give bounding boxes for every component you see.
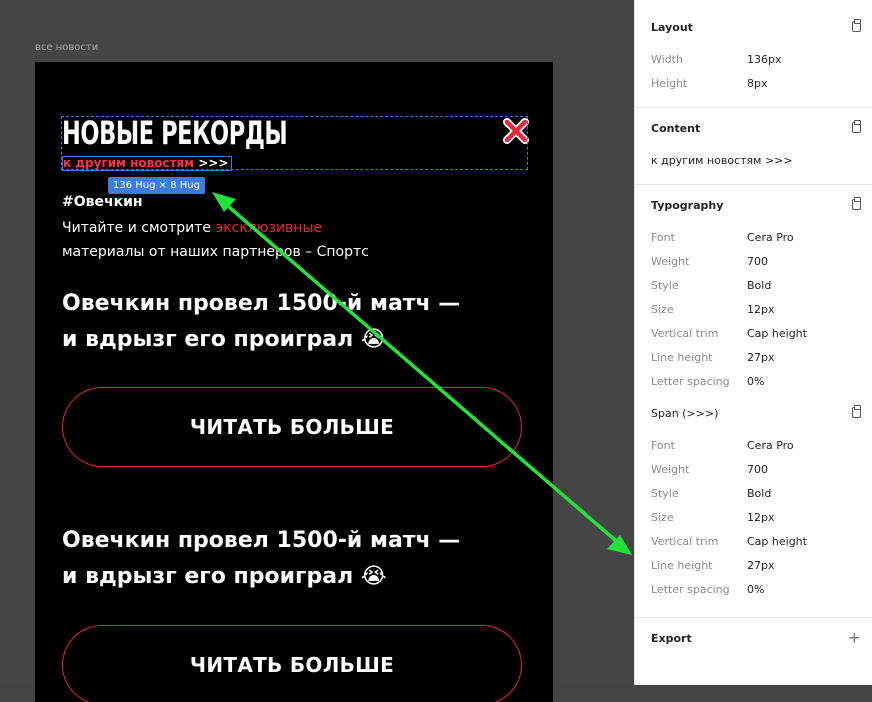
style-label: Style — [651, 279, 679, 292]
design-canvas[interactable]: все новости НОВЫЕ РЕКОРДЫ к другим новос… — [0, 0, 634, 702]
font-value[interactable]: Cera Pro — [747, 231, 794, 244]
span-size-label: Size — [651, 511, 674, 524]
typography-title: Typography — [651, 199, 724, 212]
intro-before: Читайте и смотрите — [62, 220, 216, 236]
plus-icon[interactable]: + — [848, 630, 861, 646]
frame-label[interactable]: все новости — [35, 42, 98, 53]
span-weight-label: Weight — [651, 463, 690, 476]
intro-after: материалы от наших партнеров – Спортс — [62, 244, 369, 260]
span-line-height-value[interactable]: 27px — [747, 559, 775, 572]
size-label: Size — [651, 303, 674, 316]
span-title: Span (>>>) — [651, 407, 719, 420]
span-letter-spacing-label: Letter spacing — [651, 583, 730, 596]
copy-icon[interactable] — [852, 197, 861, 210]
copy-icon[interactable] — [852, 120, 861, 133]
read-more-button[interactable]: ЧИТАТЬ БОЛЬШЕ — [62, 387, 522, 467]
weight-value[interactable]: 700 — [747, 255, 768, 268]
span-letter-spacing-value[interactable]: 0% — [747, 583, 764, 596]
line-height-value[interactable]: 27px — [747, 351, 775, 364]
size-badge: 136 Hug × 8 Hug — [108, 177, 205, 194]
properties-panel: Layout Width 136px Height 8px Content к … — [634, 0, 872, 685]
letter-spacing-value[interactable]: 0% — [747, 375, 764, 388]
span-vertical-trim-label: Vertical trim — [651, 535, 719, 548]
vertical-trim-label: Vertical trim — [651, 327, 719, 340]
typography-section: Typography Font Cera Pro Weight 700 Styl… — [635, 185, 872, 618]
span-size-value[interactable]: 12px — [747, 511, 775, 524]
letter-spacing-label: Letter spacing — [651, 375, 730, 388]
font-label: Font — [651, 231, 675, 244]
line-height-label: Line height — [651, 351, 713, 364]
style-value[interactable]: Bold — [747, 279, 771, 292]
content-title: Content — [651, 122, 701, 135]
height-label: Height — [651, 77, 688, 90]
read-more-button[interactable]: ЧИТАТЬ БОЛЬШЕ — [62, 625, 522, 702]
layout-title: Layout — [651, 21, 693, 34]
copy-icon[interactable] — [852, 405, 861, 418]
content-text[interactable]: к другим новостям >>> — [651, 154, 793, 167]
intro-text: Читайте и смотрите эксклюзивные материал… — [62, 216, 402, 264]
span-line-height-label: Line height — [651, 559, 713, 572]
width-label: Width — [651, 53, 683, 66]
span-weight-value[interactable]: 700 — [747, 463, 768, 476]
content-section: Content к другим новостям >>> — [635, 108, 872, 185]
span-font-value[interactable]: Cera Pro — [747, 439, 794, 452]
news-frame[interactable]: НОВЫЕ РЕКОРДЫ к другим новостям >>> 136 … — [35, 62, 553, 702]
export-title: Export — [651, 632, 692, 645]
intro-accent: эксклюзивные — [215, 220, 323, 236]
span-style-value[interactable]: Bold — [747, 487, 771, 500]
link-arrows: >>> — [198, 156, 229, 170]
news-title: Овечкин провел 1500-й матч — и вдрызг ег… — [62, 291, 461, 352]
copy-icon[interactable] — [852, 19, 861, 32]
span-font-label: Font — [651, 439, 675, 452]
news-title: Овечкин провел 1500-й матч — и вдрызг ег… — [62, 528, 461, 589]
height-value[interactable]: 8px — [747, 77, 768, 90]
size-value[interactable]: 12px — [747, 303, 775, 316]
span-style-label: Style — [651, 487, 679, 500]
other-news-link[interactable]: к другим новостям >>> — [62, 156, 233, 171]
weight-label: Weight — [651, 255, 690, 268]
vertical-trim-value[interactable]: Cap height — [747, 327, 807, 340]
hashtag: #Овечкин — [62, 194, 143, 210]
width-value[interactable]: 136px — [747, 53, 782, 66]
link-text: к другим новостям — [63, 156, 195, 170]
span-vertical-trim-value[interactable]: Cap height — [747, 535, 807, 548]
layout-section: Layout Width 136px Height 8px — [635, 0, 872, 108]
